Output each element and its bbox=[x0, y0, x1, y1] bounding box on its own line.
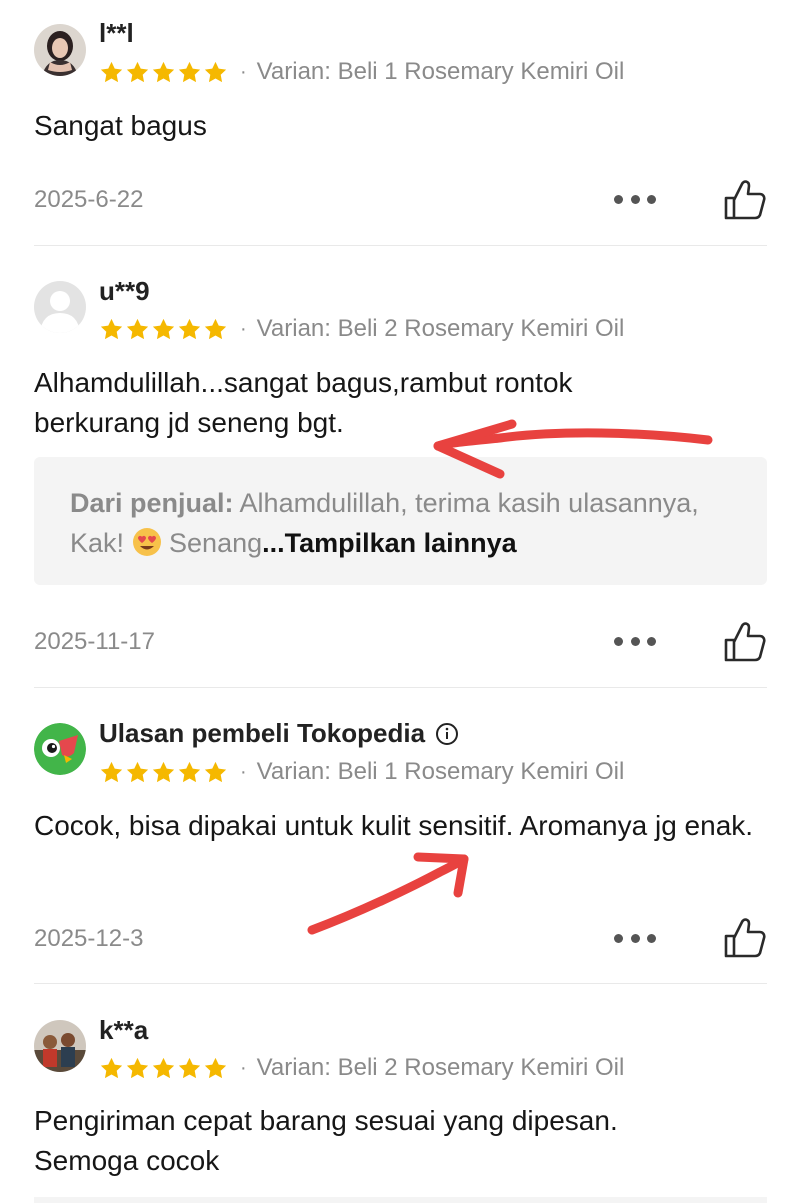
star-icon bbox=[125, 1056, 150, 1081]
review-date: 2025-11-17 bbox=[34, 628, 155, 655]
info-icon[interactable] bbox=[435, 722, 459, 746]
separator-dot: · bbox=[240, 60, 247, 83]
rating-row: · Varian: Beli 1 Rosemary Kemiri Oil bbox=[99, 758, 624, 786]
divider bbox=[34, 983, 767, 984]
star-icon bbox=[151, 760, 176, 785]
more-options-button[interactable] bbox=[614, 932, 656, 944]
star-rating bbox=[99, 60, 228, 85]
star-icon bbox=[203, 1056, 228, 1081]
divider bbox=[34, 245, 767, 246]
avatar[interactable] bbox=[34, 1020, 86, 1072]
variant-label: Varian: Beli 2 Rosemary Kemiri Oil bbox=[256, 315, 625, 342]
username: u**9 bbox=[99, 276, 150, 307]
variant-label: Varian: Beli 1 Rosemary Kemiri Oil bbox=[256, 758, 625, 785]
star-icon bbox=[177, 760, 202, 785]
star-icon bbox=[203, 317, 228, 342]
username-text: u**9 bbox=[99, 276, 150, 306]
thumbs-up-icon[interactable] bbox=[722, 916, 768, 960]
star-icon bbox=[151, 1056, 176, 1081]
avatar[interactable] bbox=[34, 281, 86, 333]
username: k**a bbox=[99, 1015, 148, 1046]
next-seller-reply-edge bbox=[34, 1197, 767, 1203]
avatar[interactable] bbox=[34, 24, 86, 76]
star-rating bbox=[99, 1056, 228, 1081]
username: l**l bbox=[99, 18, 134, 49]
star-icon bbox=[177, 1056, 202, 1081]
review-text: Alhamdulillah...sangat bagus,rambut ront… bbox=[34, 367, 573, 438]
star-icon bbox=[99, 60, 124, 85]
rating-row: · Varian: Beli 1 Rosemary Kemiri Oil bbox=[99, 58, 624, 86]
star-rating bbox=[99, 760, 228, 785]
star-icon bbox=[99, 1056, 124, 1081]
star-icon bbox=[151, 60, 176, 85]
more-options-button[interactable] bbox=[614, 193, 656, 205]
username-text: l**l bbox=[99, 18, 134, 48]
thumbs-up-icon[interactable] bbox=[722, 178, 768, 222]
separator-dot: · bbox=[240, 1056, 247, 1079]
star-rating bbox=[99, 317, 228, 342]
variant-label: Varian: Beli 1 Rosemary Kemiri Oil bbox=[256, 58, 625, 85]
seller-reply: Dari penjual: Alhamdulillah, terima kasi… bbox=[34, 457, 767, 585]
annotation-arrowhead bbox=[413, 852, 469, 898]
star-icon bbox=[99, 760, 124, 785]
separator-dot: · bbox=[240, 317, 247, 340]
star-icon bbox=[125, 317, 150, 342]
seller-reply-text-cont: Senang bbox=[161, 528, 263, 558]
username-text: Ulasan pembeli Tokopedia bbox=[99, 718, 426, 748]
thumbs-up-icon[interactable] bbox=[722, 620, 768, 664]
variant-label: Varian: Beli 2 Rosemary Kemiri Oil bbox=[256, 1054, 625, 1081]
annotation-arrow bbox=[307, 854, 469, 935]
star-icon bbox=[125, 760, 150, 785]
separator-dot: · bbox=[240, 760, 247, 783]
star-icon bbox=[125, 60, 150, 85]
username: Ulasan pembeli Tokopedia bbox=[99, 718, 459, 749]
review-text: Sangat bagus bbox=[34, 110, 207, 141]
rating-row: · Varian: Beli 2 Rosemary Kemiri Oil bbox=[99, 315, 624, 343]
review-date: 2025-6-22 bbox=[34, 186, 144, 213]
star-icon bbox=[177, 317, 202, 342]
more-options-button[interactable] bbox=[614, 635, 656, 647]
rating-row: · Varian: Beli 2 Rosemary Kemiri Oil bbox=[99, 1054, 624, 1082]
star-icon bbox=[203, 760, 228, 785]
review-text: Pengiriman cepat barang sesuai yang dipe… bbox=[34, 1105, 618, 1176]
star-icon bbox=[177, 60, 202, 85]
divider bbox=[34, 687, 767, 688]
star-icon bbox=[99, 317, 124, 342]
star-icon bbox=[203, 60, 228, 85]
show-more-link[interactable]: ...Tampilkan lainnya bbox=[262, 528, 517, 558]
heart-eyes-emoji bbox=[132, 528, 161, 556]
tokopedia-logo-avatar[interactable] bbox=[34, 723, 86, 775]
review-text: Cocok, bisa dipakai untuk kulit sensitif… bbox=[34, 810, 754, 841]
username-text: k**a bbox=[99, 1015, 149, 1045]
review-date: 2025-12-3 bbox=[34, 925, 144, 952]
star-icon bbox=[151, 317, 176, 342]
seller-reply-label: Dari penjual: bbox=[70, 488, 234, 518]
